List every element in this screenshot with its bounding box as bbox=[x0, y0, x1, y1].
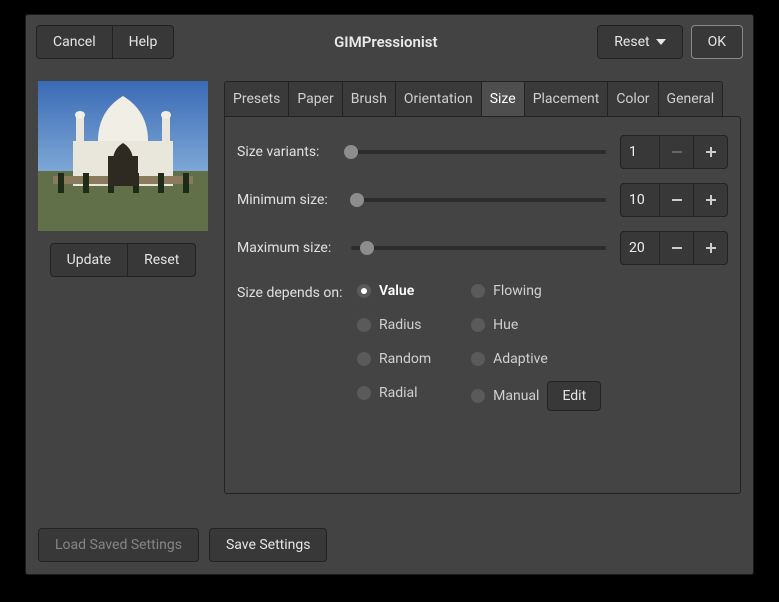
tab-color[interactable]: Color bbox=[608, 82, 658, 116]
size-variants-increment[interactable] bbox=[694, 135, 728, 169]
radio-label: Radius bbox=[379, 317, 422, 333]
load-saved-settings-button[interactable]: Load Saved Settings bbox=[38, 528, 199, 562]
size-variants-label: Size variants: bbox=[237, 144, 337, 160]
tab-general[interactable]: General bbox=[659, 82, 723, 116]
minimum-size-label: Minimum size: bbox=[237, 192, 337, 208]
maximum-size-label: Maximum size: bbox=[237, 240, 337, 256]
radio-label: Manual bbox=[493, 388, 539, 404]
tab-brush[interactable]: Brush bbox=[343, 82, 396, 116]
radio-label: Random bbox=[379, 351, 431, 367]
size-variants-input[interactable] bbox=[620, 135, 660, 169]
tab-orientation[interactable]: Orientation bbox=[396, 82, 482, 116]
tab-presets[interactable]: Presets bbox=[225, 82, 289, 116]
radio-icon bbox=[357, 386, 371, 400]
minimum-size-increment[interactable] bbox=[694, 183, 728, 217]
radio-icon bbox=[471, 389, 485, 403]
dialog-title: GIMPressionist bbox=[182, 33, 589, 51]
maximum-size-decrement[interactable] bbox=[660, 231, 694, 265]
radio-manual[interactable]: Manual bbox=[471, 384, 539, 408]
chevron-down-icon bbox=[656, 39, 666, 45]
radio-radial[interactable]: Radial bbox=[357, 381, 431, 405]
maximum-size-slider[interactable] bbox=[345, 239, 612, 257]
radio-icon bbox=[471, 352, 485, 366]
preview-image bbox=[38, 81, 208, 231]
radio-icon bbox=[357, 318, 371, 332]
radio-icon bbox=[357, 352, 371, 366]
tab-paper[interactable]: Paper bbox=[289, 82, 342, 116]
radio-label: Adaptive bbox=[493, 351, 548, 367]
maximum-size-input[interactable] bbox=[620, 231, 660, 265]
maximum-size-increment[interactable] bbox=[694, 231, 728, 265]
radio-random[interactable]: Random bbox=[357, 347, 431, 371]
radio-icon bbox=[471, 318, 485, 332]
update-button[interactable]: Update bbox=[50, 243, 127, 277]
radio-label: Radial bbox=[379, 385, 418, 401]
tab-panel-size: Size variants: Minimum size: bbox=[224, 116, 741, 494]
preview-reset-button[interactable]: Reset bbox=[127, 243, 196, 277]
edit-button[interactable]: Edit bbox=[547, 381, 601, 411]
size-depends-label: Size depends on: bbox=[237, 279, 347, 411]
titlebar: Cancel Help GIMPressionist Reset OK bbox=[26, 15, 753, 69]
size-variants-slider[interactable] bbox=[345, 143, 612, 161]
tab-strip: PresetsPaperBrushOrientationSizePlacemen… bbox=[224, 81, 723, 116]
radio-adaptive[interactable]: Adaptive bbox=[471, 347, 601, 371]
minimum-size-slider[interactable] bbox=[345, 191, 612, 209]
radio-value[interactable]: Value bbox=[357, 279, 431, 303]
radio-hue[interactable]: Hue bbox=[471, 313, 601, 337]
help-button[interactable]: Help bbox=[112, 25, 175, 59]
minimum-size-input[interactable] bbox=[620, 183, 660, 217]
radio-label: Hue bbox=[493, 317, 518, 333]
cancel-button[interactable]: Cancel bbox=[36, 25, 112, 59]
radio-label: Value bbox=[379, 283, 414, 299]
tab-placement[interactable]: Placement bbox=[525, 82, 609, 116]
radio-label: Flowing bbox=[493, 283, 542, 299]
size-variants-decrement[interactable] bbox=[660, 135, 694, 169]
save-settings-button[interactable]: Save Settings bbox=[209, 528, 328, 562]
reset-dropdown-button[interactable]: Reset bbox=[597, 25, 682, 59]
minimum-size-decrement[interactable] bbox=[660, 183, 694, 217]
radio-icon bbox=[471, 284, 485, 298]
dialog: Cancel Help GIMPressionist Reset OK bbox=[25, 14, 754, 575]
radio-radius[interactable]: Radius bbox=[357, 313, 431, 337]
radio-flowing[interactable]: Flowing bbox=[471, 279, 601, 303]
ok-button[interactable]: OK bbox=[691, 25, 743, 59]
radio-icon bbox=[357, 284, 371, 298]
tab-size[interactable]: Size bbox=[482, 82, 525, 116]
